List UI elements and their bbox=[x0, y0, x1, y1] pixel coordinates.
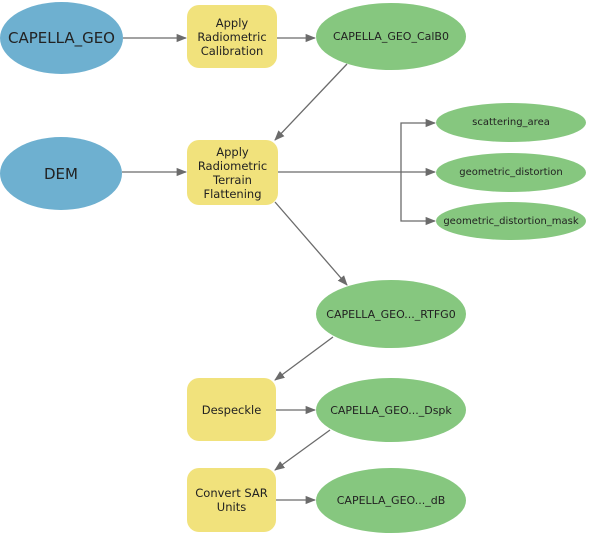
output-node-scattering-area[interactable]: scattering_area bbox=[436, 103, 586, 142]
node-label: CAPELLA_GEO..._dB bbox=[336, 494, 446, 507]
edge-calb0-to-rtf bbox=[274, 63, 348, 141]
node-label-line: Apply bbox=[216, 144, 249, 159]
node-label-line: Units bbox=[216, 500, 247, 514]
edge-rtfg0-to-despeckle bbox=[274, 336, 334, 381]
output-node-capella-geo-db[interactable]: CAPELLA_GEO..._dB bbox=[316, 468, 466, 533]
node-label: CAPELLA_GEO_CalB0 bbox=[333, 30, 449, 43]
tool-node-convert-sar-units[interactable]: Convert SAR Units bbox=[187, 468, 276, 532]
output-node-geometric-distortion-mask[interactable]: geometric_distortion_mask bbox=[436, 202, 586, 240]
node-label-line: Apply bbox=[215, 15, 249, 30]
tool-node-despeckle[interactable]: Despeckle bbox=[187, 378, 276, 441]
tool-node-apply-radiometric-calibration[interactable]: Apply Radiometric Calibration bbox=[187, 5, 277, 68]
node-label: scattering_area bbox=[472, 117, 550, 128]
node-label-line: Convert SAR bbox=[195, 486, 268, 500]
output-node-capella-geo-calb0[interactable]: CAPELLA_GEO_CalB0 bbox=[316, 3, 466, 70]
edge-rtf-to-geometric-distortion-mask bbox=[400, 172, 437, 226]
node-label: geometric_distortion bbox=[459, 167, 563, 178]
node-label: Despeckle bbox=[201, 402, 262, 417]
connectors-layer bbox=[122, 33, 437, 505]
node-label-line: Calibration bbox=[200, 43, 264, 58]
output-node-geometric-distortion[interactable]: geometric_distortion bbox=[436, 153, 586, 192]
node-label-line: Terrain bbox=[213, 172, 252, 187]
input-node-capella-geo[interactable]: CAPELLA_GEO bbox=[0, 2, 123, 74]
node-label: DEM bbox=[44, 164, 78, 183]
node-label-line: Radiometric bbox=[197, 29, 267, 44]
node-label: CAPELLA_GEO..._Dspk bbox=[330, 403, 452, 417]
tool-node-apply-radiometric-terrain-flattening[interactable]: Apply Radiometric Terrain Flattening bbox=[187, 140, 278, 205]
output-node-capella-geo-rtfg0[interactable]: CAPELLA_GEO..._RTFG0 bbox=[316, 280, 466, 348]
output-node-capella-geo-dspk[interactable]: CAPELLA_GEO..._Dspk bbox=[316, 378, 466, 442]
node-label: geometric_distortion_mask bbox=[443, 215, 579, 227]
edge-rtf-to-rtfg0 bbox=[274, 201, 348, 286]
input-node-dem[interactable]: DEM bbox=[0, 137, 122, 210]
node-label-line: Radiometric bbox=[197, 158, 268, 173]
node-label: CAPELLA_GEO..._RTFG0 bbox=[326, 307, 456, 321]
edge-dspk-to-convert-sar bbox=[274, 429, 331, 471]
node-label-line: Flattening bbox=[203, 186, 262, 201]
node-label: CAPELLA_GEO bbox=[8, 29, 115, 47]
edge-rtf-to-scattering-area bbox=[400, 118, 437, 172]
